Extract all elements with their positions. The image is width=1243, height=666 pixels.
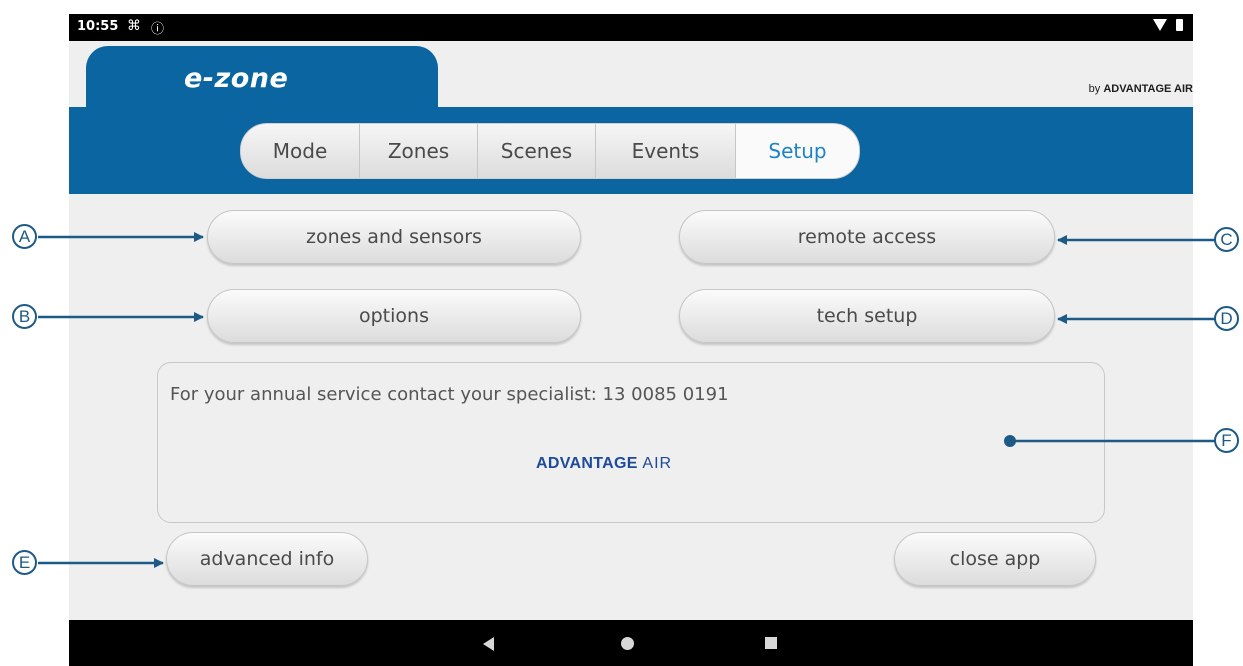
callout-b: B bbox=[12, 304, 37, 329]
callout-c: C bbox=[1214, 227, 1239, 252]
callout-d: D bbox=[1214, 306, 1239, 331]
callout-arrows bbox=[38, 232, 1218, 568]
callout-e: E bbox=[12, 550, 37, 575]
callout-a: A bbox=[12, 224, 37, 249]
callout-f-dot bbox=[1004, 435, 1016, 447]
callout-f: F bbox=[1214, 428, 1239, 453]
